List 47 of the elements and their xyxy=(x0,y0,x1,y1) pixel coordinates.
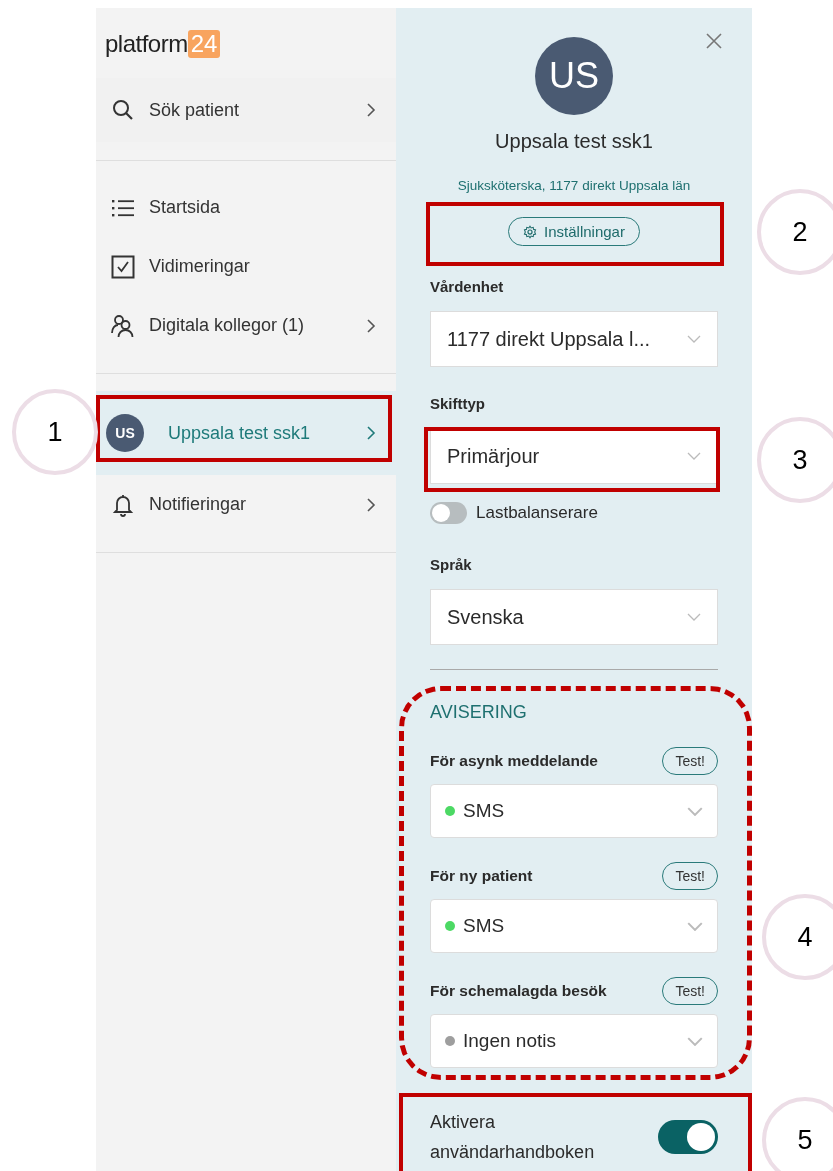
field-label: För asynk meddelande xyxy=(430,752,598,770)
sidebar-item[interactable]: Notifieringar xyxy=(96,475,396,534)
notification-dropdown[interactable]: SMS xyxy=(430,784,718,838)
callout-number: 4 xyxy=(762,894,833,980)
toggle-label: Aktivera användarhandboken xyxy=(430,1111,596,1164)
shift-dropdown[interactable]: Primärjour xyxy=(430,428,718,484)
avatar: US xyxy=(106,414,144,452)
chevron-down-icon xyxy=(687,335,701,343)
sidebar-item[interactable]: Digitala kollegor (1) xyxy=(96,296,396,355)
avatar: US xyxy=(535,37,613,115)
chevron-down-icon xyxy=(687,452,701,460)
field-label: Vårdenhet xyxy=(430,278,505,295)
search-icon xyxy=(111,98,135,122)
settings-icon xyxy=(523,224,538,239)
toggle-label: Lastbalanserare xyxy=(476,503,598,523)
bell-icon xyxy=(111,492,135,517)
section-heading: AVISERING xyxy=(430,702,528,723)
notification-dropdown[interactable]: Ingen notis xyxy=(430,1014,718,1068)
notification-dropdown[interactable]: SMS xyxy=(430,899,718,953)
callout-number: 3 xyxy=(757,417,833,503)
chevron-down-icon xyxy=(687,1036,703,1046)
unit-dropdown[interactable]: 1177 direkt Uppsala l... xyxy=(430,311,718,367)
chevron-right-icon xyxy=(366,425,376,441)
field-label: För schemalagda besök xyxy=(430,982,607,1000)
callout-number: 2 xyxy=(757,189,833,275)
toggle-switch[interactable] xyxy=(658,1120,718,1154)
callout-number: 5 xyxy=(762,1097,833,1171)
chevron-right-icon xyxy=(366,102,376,118)
user-role: Sjuksköterska, 1177 direkt Uppsala län xyxy=(456,178,692,193)
field-label: Språk xyxy=(430,556,473,573)
chevron-right-icon xyxy=(366,496,376,513)
callout-number: 1 xyxy=(12,389,98,475)
field-label: För ny patient xyxy=(430,867,533,885)
checkbox-icon xyxy=(111,254,135,279)
field-label: Skifttyp xyxy=(430,395,486,412)
chevron-down-icon xyxy=(687,806,703,816)
close-icon[interactable] xyxy=(706,33,722,49)
language-dropdown[interactable]: Svenska xyxy=(430,589,718,645)
chevron-right-icon xyxy=(366,317,376,334)
chevron-down-icon xyxy=(687,613,701,621)
toggle-switch[interactable] xyxy=(430,502,467,524)
logo: platform 24 xyxy=(96,8,396,78)
sidebar-item[interactable]: Vidimeringar xyxy=(96,237,396,296)
people-icon xyxy=(111,313,135,338)
user-name: Uppsala test ssk1 xyxy=(494,130,654,153)
sidebar-item[interactable]: Startsida xyxy=(96,178,396,237)
chevron-down-icon xyxy=(687,921,703,931)
